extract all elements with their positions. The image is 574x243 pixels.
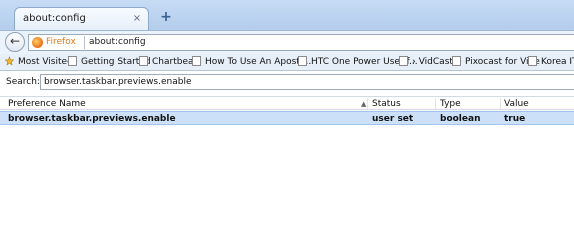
column-divider[interactable] bbox=[500, 98, 501, 109]
url-separator bbox=[84, 36, 85, 49]
bookmark-label: How To Use An Apostr... bbox=[205, 57, 312, 67]
tab-title: about:config bbox=[23, 13, 86, 24]
column-divider[interactable] bbox=[435, 98, 436, 109]
column-divider[interactable] bbox=[367, 98, 368, 109]
bookmark-apostrophe[interactable]: How To Use An Apostr... bbox=[192, 56, 311, 69]
search-input[interactable] bbox=[40, 74, 574, 90]
bookmark-label: VidCast bbox=[418, 57, 453, 67]
config-page: Search: Preference Name ▲ Status Type Va… bbox=[0, 71, 574, 243]
column-header-preference-name[interactable]: Preference Name bbox=[8, 98, 86, 110]
page-icon bbox=[139, 56, 148, 66]
tab-strip: about:config × + bbox=[0, 0, 574, 30]
bookmark-vidcast[interactable]: › VidCast bbox=[399, 56, 453, 69]
bookmark-korea-it[interactable]: Korea IT N bbox=[528, 56, 574, 69]
cell-status: user set bbox=[372, 114, 414, 124]
bookmark-chartbeat[interactable]: Chartbeat bbox=[139, 56, 197, 69]
url-text[interactable]: about:config bbox=[89, 37, 146, 47]
page-icon bbox=[528, 56, 537, 66]
bookmark-most-visited[interactable]: Most Visited bbox=[5, 56, 73, 69]
new-tab-button[interactable]: + bbox=[158, 9, 174, 25]
cell-preference-name: browser.taskbar.previews.enable bbox=[8, 114, 176, 124]
column-header-type[interactable]: Type bbox=[440, 98, 461, 110]
bookmark-label: Most Visited bbox=[18, 57, 73, 67]
navigation-bar: ← Firefox about:config bbox=[0, 30, 574, 54]
column-header-status[interactable]: Status bbox=[372, 98, 401, 110]
page-icon bbox=[452, 56, 461, 66]
identity-label[interactable]: Firefox bbox=[46, 37, 76, 47]
page-icon bbox=[399, 56, 408, 66]
bookmark-pixocast[interactable]: Pixocast for Vine bbox=[452, 56, 540, 69]
page-icon bbox=[68, 56, 77, 66]
bookmark-label: Korea IT N bbox=[541, 57, 574, 67]
cell-value: true bbox=[504, 114, 526, 124]
cell-type: boolean bbox=[440, 114, 481, 124]
bookmarks-toolbar: Most Visited Getting Started Chartbeat H… bbox=[0, 54, 574, 71]
back-button[interactable]: ← bbox=[5, 32, 25, 52]
table-header: Preference Name ▲ Status Type Value bbox=[0, 96, 574, 110]
chevron-right-icon: › bbox=[412, 57, 416, 67]
search-row: Search: bbox=[0, 71, 574, 93]
close-icon[interactable]: × bbox=[132, 14, 142, 24]
page-icon bbox=[298, 56, 307, 66]
star-icon bbox=[5, 56, 14, 66]
firefox-icon bbox=[32, 37, 43, 48]
search-label: Search: bbox=[6, 77, 40, 87]
bookmark-label: Chartbeat bbox=[152, 57, 198, 67]
url-bar[interactable]: Firefox about:config bbox=[28, 34, 574, 51]
column-header-value[interactable]: Value bbox=[504, 98, 529, 110]
sort-ascending-icon[interactable]: ▲ bbox=[361, 98, 366, 110]
page-icon bbox=[192, 56, 201, 66]
table-row[interactable]: browser.taskbar.previews.enable user set… bbox=[0, 111, 574, 125]
tab-about-config[interactable]: about:config × bbox=[14, 7, 149, 30]
